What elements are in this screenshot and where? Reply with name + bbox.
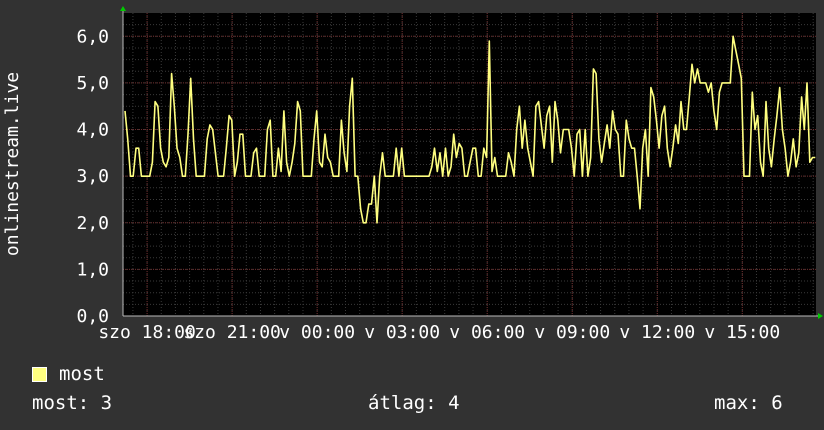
stat-average: átlag: 4	[368, 392, 460, 414]
x-tick-label: szo 21:00	[183, 322, 281, 343]
y-tick-label: 6,0	[76, 26, 109, 47]
x-tick-label: v 00:00	[279, 322, 355, 343]
chart: 0,01,02,03,04,05,06,0 szo 18:00szo 21:00…	[2, 6, 823, 343]
legend-label: most	[59, 363, 105, 385]
x-tick-label: v 03:00	[364, 322, 440, 343]
y-axis-arrow	[120, 6, 126, 11]
y-axis-label: onlinestream.live	[2, 72, 23, 256]
y-tick-labels: 0,01,02,03,04,05,06,0	[76, 26, 109, 327]
x-tick-label: v 09:00	[534, 322, 610, 343]
y-tick-label: 5,0	[76, 73, 109, 94]
stat-max: max: 6	[714, 392, 783, 414]
legend-swatch	[32, 366, 47, 382]
stat-current: most: 3	[32, 392, 113, 414]
x-tick-label: v 12:00	[619, 322, 695, 343]
x-tick-label: v 15:00	[704, 322, 780, 343]
x-tick-labels: szo 18:00szo 21:00v 00:00 v 03:00 v 06:00 v…	[98, 322, 780, 343]
x-axis-arrow	[818, 313, 823, 319]
y-tick-label: 1,0	[76, 259, 109, 280]
x-tick-label: v 06:00	[449, 322, 525, 343]
x-tick-label: szo 18:00	[98, 322, 196, 343]
y-tick-label: 3,0	[76, 166, 109, 187]
y-tick-label: 2,0	[76, 213, 109, 234]
legend: most	[32, 363, 105, 385]
y-tick-label: 4,0	[76, 120, 109, 141]
